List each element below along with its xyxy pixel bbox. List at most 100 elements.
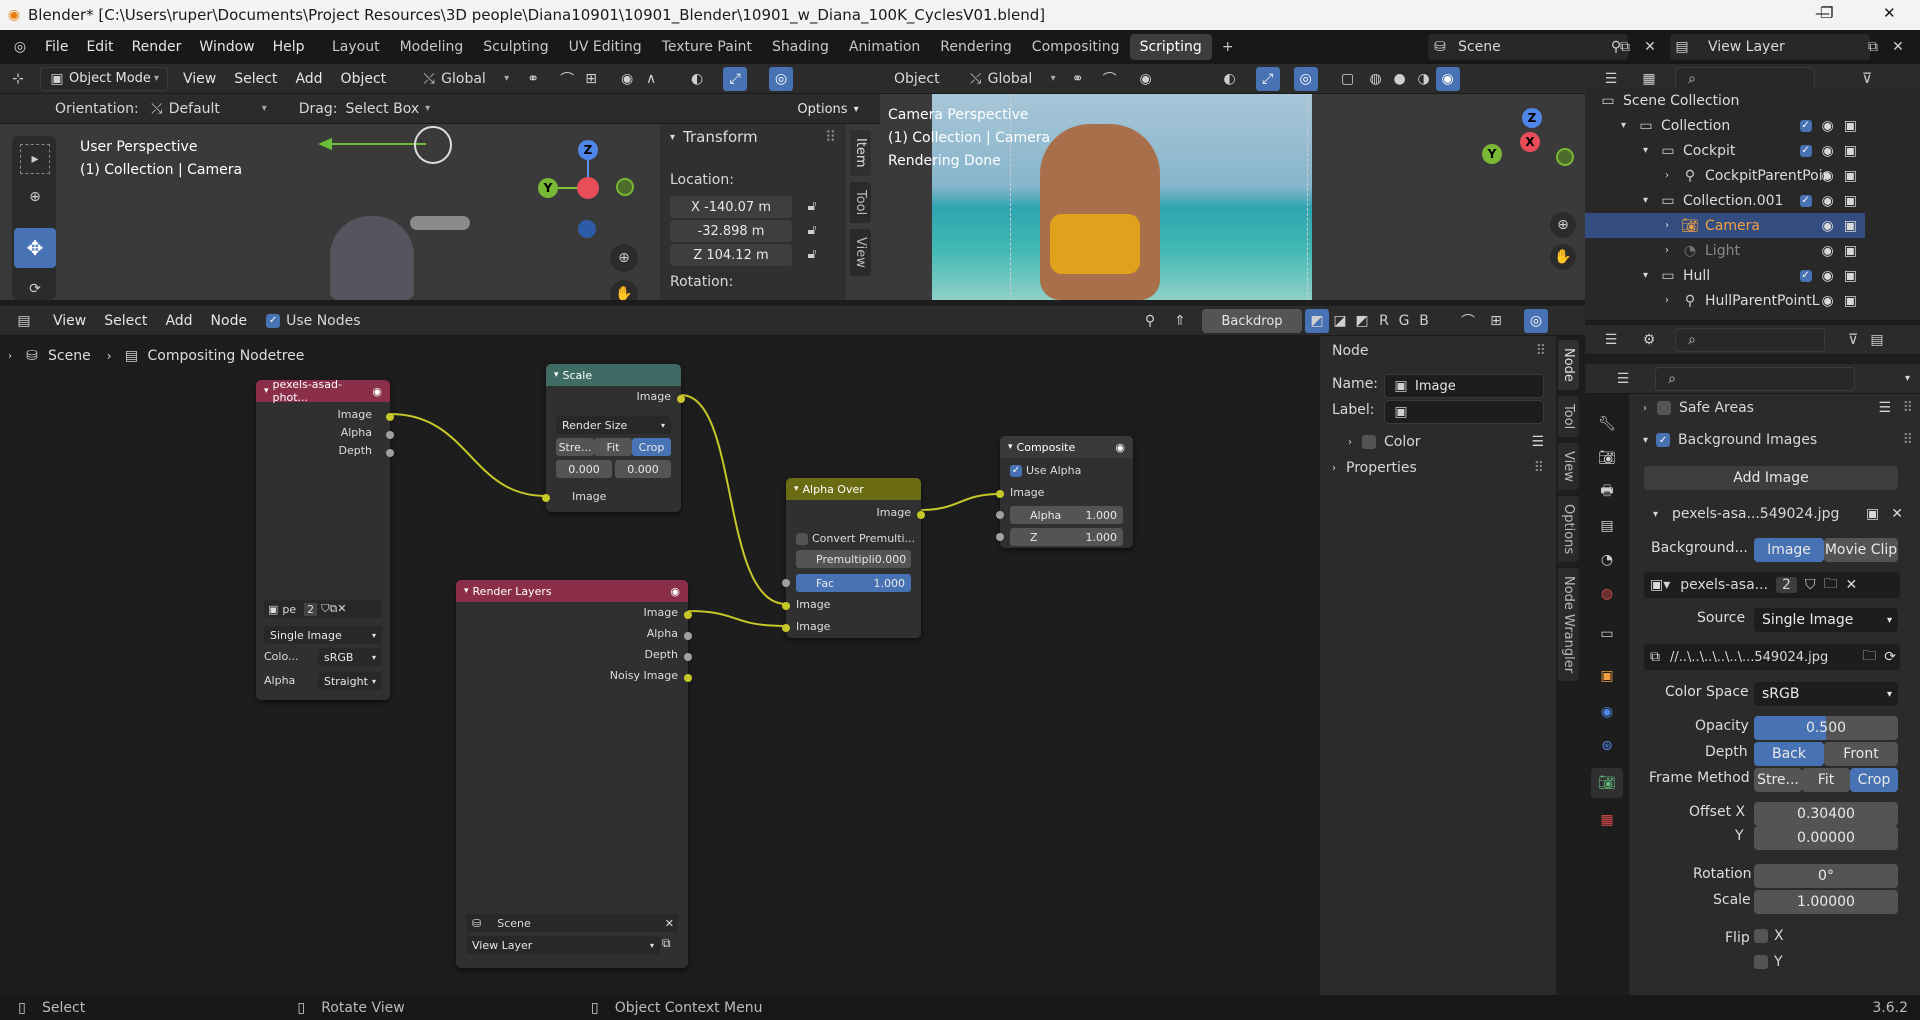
use-alpha-row[interactable]: ✓ Use Alpha — [1010, 464, 1081, 477]
collection-tab-icon[interactable]: ▭ — [1595, 622, 1619, 646]
nav-gizmo[interactable]: Z Y — [534, 136, 644, 246]
alpha-over-collapse-icon[interactable]: ▾ — [794, 484, 799, 494]
offset-x-field[interactable]: 0.30400 — [1754, 802, 1898, 826]
node-menu-node[interactable]: Node — [202, 308, 257, 334]
safe-areas-expand-icon[interactable]: › — [1643, 403, 1647, 414]
parent-node-tree-icon[interactable]: ⇑ — [1168, 309, 1192, 333]
outliner-expand-icon[interactable]: › — [1665, 245, 1681, 256]
render-layers-node[interactable]: ▾ Render Layers ◉ Image Alpha Depth Noisy … — [456, 580, 692, 968]
scale-socket-output[interactable] — [677, 395, 685, 403]
gizmo-toggle-icon[interactable]: ⤢ — [723, 66, 748, 91]
safe-areas-checkbox[interactable] — [1657, 401, 1671, 415]
outliner-row[interactable]: › 📷︎ Camera ◉ ▣ — [1585, 213, 1865, 238]
pan-hand-icon[interactable]: ✋ — [610, 280, 638, 300]
camera-data-tab-icon[interactable]: 📷︎ — [1591, 768, 1623, 798]
rl-socket-image[interactable] — [684, 611, 692, 619]
gizmo-y-icon[interactable]: Y — [538, 178, 558, 198]
outliner-expand-icon[interactable]: › — [1665, 295, 1681, 306]
image-socket-alpha[interactable] — [386, 431, 394, 439]
snap-node-icon[interactable]: ⌒ — [1456, 309, 1480, 333]
bg-type-image-button[interactable]: Image — [1754, 538, 1824, 562]
gizmo-neg-z-icon[interactable] — [578, 220, 596, 238]
outliner-row-toggles[interactable]: ◉ ▣ — [1822, 168, 1857, 184]
scene-selector[interactable]: ⛁ Scene ⚲ — [1428, 34, 1628, 60]
render-camera-icon[interactable]: ▣ — [1844, 118, 1857, 134]
outliner-row[interactable]: › ◔ Light ◉ ▣ — [1585, 238, 1865, 263]
new-scene-icon[interactable]: ⧉ — [1613, 35, 1637, 59]
render-camera-icon[interactable]: ▣ — [1844, 193, 1857, 209]
camera-visibility-icon[interactable]: ◐ — [1218, 67, 1242, 91]
camera-pivot-icon[interactable]: ⚭ — [1066, 67, 1090, 91]
props-filter-icon[interactable]: ⊽ — [1841, 328, 1865, 352]
camera-overlay-icon[interactable]: ◎ — [1293, 66, 1318, 91]
composite-z-field[interactable]: Z 1.000 — [1010, 528, 1123, 546]
outliner-row-toggles[interactable]: ✓ ◉ ▣ — [1799, 118, 1857, 134]
node-color-panel[interactable]: › Color ☰ — [1348, 434, 1544, 450]
node-name-field[interactable]: ▣ Image — [1384, 374, 1544, 398]
image-source-dropdown[interactable]: Single Image ▾ — [264, 626, 382, 644]
render-layers-collapse-icon[interactable]: ▾ — [464, 586, 469, 596]
flip-y-checkbox[interactable]: Y — [1754, 954, 1783, 970]
bg-image-datablock[interactable]: ▣▾ pexels-asa... 2 ⛉ 🗀︎ ✕ — [1644, 572, 1900, 598]
transform-orientation[interactable]: ⤯ Global ▾ — [417, 67, 510, 91]
convert-premul-row[interactable]: Convert Premulti... — [796, 532, 915, 545]
world-tab-icon[interactable]: ◍ — [1595, 582, 1619, 606]
frame-stretch-button[interactable]: Stre... — [1754, 768, 1802, 792]
bg-image-open-icon[interactable]: 🗀︎ — [1823, 573, 1837, 597]
output-tab-icon[interactable]: 🖶︎ — [1595, 480, 1619, 504]
cursor-tool-icon[interactable]: ⊕ — [20, 182, 50, 212]
properties-options-icon[interactable]: ▾ — [1905, 373, 1910, 384]
view-layer-tab-icon[interactable]: ▤ — [1595, 514, 1619, 538]
alpha-over-node[interactable]: ▾ Alpha Over Image Convert Premulti... Pr… — [782, 478, 925, 638]
visibility-eye-icon[interactable]: ◉ — [1822, 293, 1834, 309]
bg-image-fake-user-icon[interactable]: ⛉ — [1805, 577, 1816, 593]
workspace-tab-uv-editing[interactable]: UV Editing — [559, 34, 652, 60]
image-datablock[interactable]: ▣ pe 2 ⛉⧉✕ — [264, 600, 382, 618]
gizmo-z-icon[interactable]: Z — [578, 140, 598, 160]
props-top-search[interactable]: ⌕ — [1675, 327, 1825, 352]
fac-socket[interactable] — [782, 579, 790, 587]
tool-tab-icon[interactable]: 🔧︎ — [1595, 412, 1619, 436]
safe-areas-drag-icon[interactable]: ⠿ — [1903, 400, 1913, 416]
rl-socket-alpha[interactable] — [684, 632, 692, 640]
rotation-field[interactable]: 0° — [1754, 864, 1898, 888]
bg-image-browse-icon[interactable]: ▣▾ — [1650, 577, 1670, 593]
safe-areas-preset-icon[interactable]: ☰ — [1878, 400, 1891, 416]
node-properties-panel[interactable]: › Properties ⠿ — [1332, 460, 1544, 476]
outliner-row-toggles[interactable]: ✓ ◉ ▣ — [1799, 143, 1857, 159]
viewport-menu-select[interactable]: Select — [225, 66, 286, 92]
scale-tab-crop[interactable]: Crop — [632, 438, 671, 456]
outliner-search-input[interactable]: ⌕ — [1675, 66, 1815, 91]
transform-collapse-icon[interactable]: ▾ — [670, 132, 675, 143]
close-button[interactable]: ✕ — [1883, 4, 1896, 22]
camera-orientation[interactable]: ⤯ Global ▾ — [964, 67, 1056, 91]
node-properties-drag-icon[interactable]: ⠿ — [1534, 460, 1544, 476]
physics-tab-icon[interactable]: ◉ — [1595, 700, 1619, 724]
workspace-tab-shading[interactable]: Shading — [762, 34, 839, 60]
delete-view-layer-icon[interactable]: ✕ — [1886, 35, 1910, 59]
visibility-icon[interactable]: ◐ — [685, 67, 709, 91]
wireframe-shading-icon[interactable]: ◍ — [1364, 67, 1388, 91]
properties-editor-icon[interactable]: ☰ — [1611, 367, 1635, 391]
workspace-tab-scripting[interactable]: Scripting — [1129, 34, 1212, 60]
menu-window[interactable]: Window — [190, 34, 263, 60]
rl-socket-noisy[interactable] — [684, 674, 692, 682]
render-camera-icon[interactable]: ▣ — [1844, 218, 1857, 234]
falloff-icon[interactable]: ∧ — [639, 67, 663, 91]
outliner-filter-icon[interactable]: ⊽ — [1855, 67, 1879, 91]
outliner-row[interactable]: ▾ ▭ Collection.001 ✓ ◉ ▣ — [1585, 188, 1865, 213]
node-sidebar-tab-view[interactable]: View — [1558, 443, 1579, 491]
outliner-expand-icon[interactable]: ▾ — [1643, 270, 1659, 281]
options-dropdown[interactable]: Options ▾ — [786, 97, 870, 121]
premultiply-field[interactable]: Premultipli 0.000 — [796, 550, 911, 568]
scale-node[interactable]: ▾ Scale Image Render Size ▾ Stre... Fit Cr… — [542, 364, 685, 512]
maximize-button[interactable]: ❐ — [1820, 4, 1833, 22]
properties-search-input[interactable]: ⌕ — [1655, 366, 1855, 391]
visibility-eye-icon[interactable]: ◉ — [1822, 193, 1834, 209]
blender-menu-icon[interactable]: ◎ — [8, 35, 32, 59]
texture-tab-icon[interactable]: ▦ — [1595, 808, 1619, 832]
workspace-tab-sculpting[interactable]: Sculpting — [473, 34, 558, 60]
editor-type-icon[interactable]: ⊹ — [6, 67, 30, 91]
image-alpha-dropdown[interactable]: Straight ▾ — [318, 672, 382, 690]
filepath-browse-icon[interactable]: 🗀︎ — [1862, 645, 1876, 669]
